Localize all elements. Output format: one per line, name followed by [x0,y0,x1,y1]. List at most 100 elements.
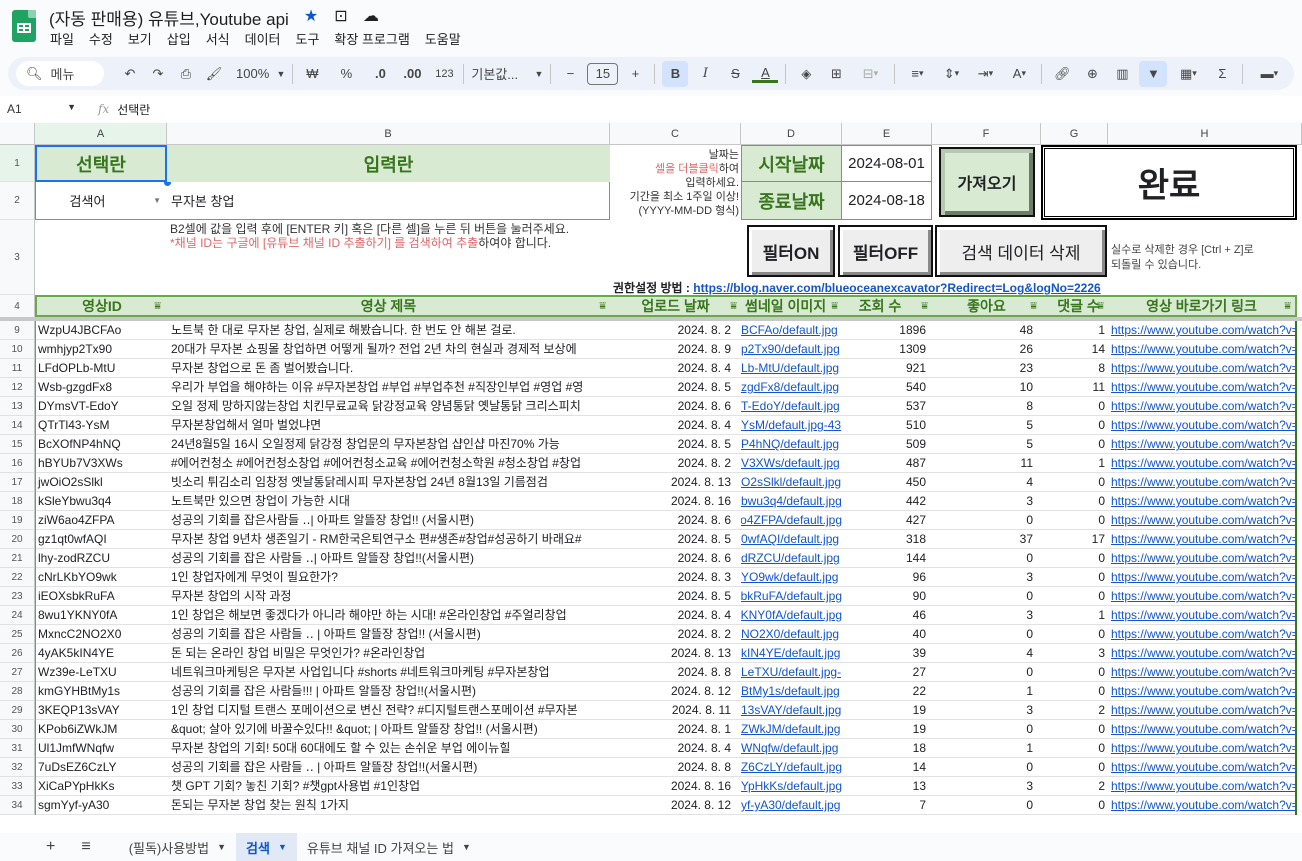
thumbnail-link[interactable]: BCFAo/default.jpg [741,321,842,340]
name-box[interactable]: A1 ▼ [0,102,84,116]
chevron-down-icon[interactable]: ▼ [278,842,287,852]
thumbnail-link[interactable]: 43-YsM/default.jpg [741,416,842,435]
thumbnail-link[interactable]: zgdFx8/default.jpg [741,378,842,397]
menu-item[interactable]: 수정 [89,29,113,48]
zoom-select[interactable]: 100% ▼ [236,61,285,87]
column-header-e[interactable]: E [842,123,932,145]
thumbnail-link[interactable]: T-EdoY/default.jpg [741,397,842,416]
end-date-input[interactable]: 2024-08-18 [842,182,932,220]
video-link[interactable]: https://www.youtube.com/watch?v= [1108,549,1295,568]
thumbnail-link[interactable]: WNqfw/default.jpg [741,739,842,758]
spreadsheet-grid[interactable]: A B C D E F G H 1 2 3 4 선택란 입력란 검색어 ▼ 무자… [0,123,1302,833]
video-link[interactable]: https://www.youtube.com/watch?v= [1108,777,1295,796]
thumbnail-link[interactable]: NO2X0/default.jpg [741,625,842,644]
insert-chart-icon[interactable]: ▥ [1109,61,1135,87]
video-link[interactable]: https://www.youtube.com/watch?v= [1108,530,1295,549]
undo-icon[interactable]: ↶ [118,61,142,87]
fill-color-icon[interactable]: ◈ [793,61,819,87]
text-wrap-icon[interactable]: ⇥ ▾ [970,61,1000,87]
filter-icon[interactable]: ⩸ [730,300,737,313]
cloud-status-icon[interactable]: ☁ [362,6,380,26]
sheet-tab[interactable]: (필독)사용방법 ▼ [119,833,236,861]
font-size-increase-button[interactable]: + [623,61,647,87]
row-header[interactable]: 15 [0,435,35,454]
column-header-f[interactable]: F [932,123,1041,145]
redo-icon[interactable]: ↷ [146,61,170,87]
thumbnail-link[interactable]: YpHkKs/default.jpg [741,777,842,796]
thumbnail-link[interactable]: Z6CzLY/default.jpg [741,758,842,777]
video-link[interactable]: https://www.youtube.com/watch?v= [1108,473,1295,492]
video-link[interactable]: https://www.youtube.com/watch?v= [1108,739,1295,758]
filter-icon[interactable]: ⩸ [1097,300,1104,313]
font-size-input[interactable]: 15 [587,62,619,85]
video-link[interactable]: https://www.youtube.com/watch?v= [1108,663,1295,682]
permission-link[interactable]: https://blog.naver.com/blueoceanexcavato… [693,281,1100,295]
video-link[interactable]: https://www.youtube.com/watch?v= [1108,568,1295,587]
increase-decimal-button[interactable]: .00 [400,61,424,87]
menu-item[interactable]: 서식 [206,29,230,48]
percent-format-button[interactable]: % [334,61,358,87]
thumbnail-link[interactable]: O2sSlkl/default.jpg [741,473,842,492]
text-color-button[interactable]: A [752,65,779,83]
column-header-g[interactable]: G [1041,123,1108,145]
row-header[interactable]: 10 [0,340,35,359]
header-upload-date[interactable]: 업로드 날짜 ⩸ [610,295,741,317]
more-formats-button[interactable]: 123 [432,61,456,87]
fetch-button[interactable]: 가져오기 [939,147,1035,217]
video-link[interactable]: https://www.youtube.com/watch?v= [1108,321,1295,340]
thumbnail-link[interactable]: ZWkJM/default.jpg [741,720,842,739]
row-header[interactable]: 18 [0,492,35,511]
row-header[interactable]: 23 [0,587,35,606]
menu-item[interactable]: 도구 [296,29,320,48]
select-all-corner[interactable] [0,123,35,145]
currency-format-button[interactable]: ₩ [300,61,324,87]
menu-search[interactable]: 🔍︎ 메뉴 [16,61,104,86]
thumbnail-link[interactable]: YO9wk/default.jpg [741,568,842,587]
row-header[interactable]: 13 [0,397,35,416]
insert-comment-icon[interactable]: ⊕ [1079,61,1105,87]
print-icon[interactable]: ⎙ [174,61,198,87]
column-header-a[interactable]: A [35,123,167,145]
menu-item[interactable]: 확장 프로그램 [334,29,409,48]
video-link[interactable]: https://www.youtube.com/watch?v= [1108,644,1295,663]
row-header[interactable]: 11 [0,359,35,378]
chevron-down-icon[interactable]: ▼ [462,842,471,852]
video-link[interactable]: https://www.youtube.com/watch?v= [1108,682,1295,701]
row-header[interactable]: 17 [0,473,35,492]
menu-item[interactable]: 파일 [50,29,74,48]
header-views[interactable]: 조회 수 ⩸ [842,295,932,317]
video-link[interactable]: https://www.youtube.com/watch?v= [1108,701,1295,720]
vertical-align-icon[interactable]: ⇕ ▾ [936,61,966,87]
menu-item[interactable]: 도움말 [425,29,461,48]
filter-off-button[interactable]: 필터OFF [838,225,933,277]
video-link[interactable]: https://www.youtube.com/watch?v= [1108,492,1295,511]
search-type-dropdown[interactable]: 검색어 ▼ [35,182,167,220]
delete-search-data-button[interactable]: 검색 데이터 삭제 [935,225,1107,277]
video-link[interactable]: https://www.youtube.com/watch?v= [1108,359,1295,378]
video-link[interactable]: https://www.youtube.com/watch?v= [1108,720,1295,739]
row-header[interactable]: 12 [0,378,35,397]
move-folder-icon[interactable]: ⊡ [332,6,350,26]
row-header-1[interactable]: 1 [0,145,35,182]
sheets-logo-icon[interactable] [12,10,36,42]
filter-icon[interactable]: ⩸ [1030,300,1037,313]
row-header[interactable]: 21 [0,549,35,568]
header-video-title[interactable]: 영상 제목 ⩸ [167,295,610,317]
video-link[interactable]: https://www.youtube.com/watch?v= [1108,587,1295,606]
input-tools-icon[interactable]: ▬ ▾ [1250,61,1288,87]
thumbnail-link[interactable]: 0wfAQI/default.jpg [741,530,842,549]
column-header-b[interactable]: B [167,123,610,145]
row-header[interactable]: 24 [0,606,35,625]
menu-item[interactable]: 데이터 [245,29,281,48]
font-size-decrease-button[interactable]: − [558,61,582,87]
row-header[interactable]: 27 [0,663,35,682]
thumbnail-link[interactable]: bwu3q4/default.jpg [741,492,842,511]
video-link[interactable]: https://www.youtube.com/watch?v= [1108,435,1295,454]
filter-icon[interactable]: ⩸ [599,300,606,313]
start-date-input[interactable]: 2024-08-01 [842,145,932,182]
thumbnail-link[interactable]: dRZCU/default.jpg [741,549,842,568]
thumbnail-link[interactable]: o4ZFPA/default.jpg [741,511,842,530]
row-header[interactable]: 19 [0,511,35,530]
row-header[interactable]: 31 [0,739,35,758]
header-likes[interactable]: 좋아요 ⩸ [932,295,1041,317]
